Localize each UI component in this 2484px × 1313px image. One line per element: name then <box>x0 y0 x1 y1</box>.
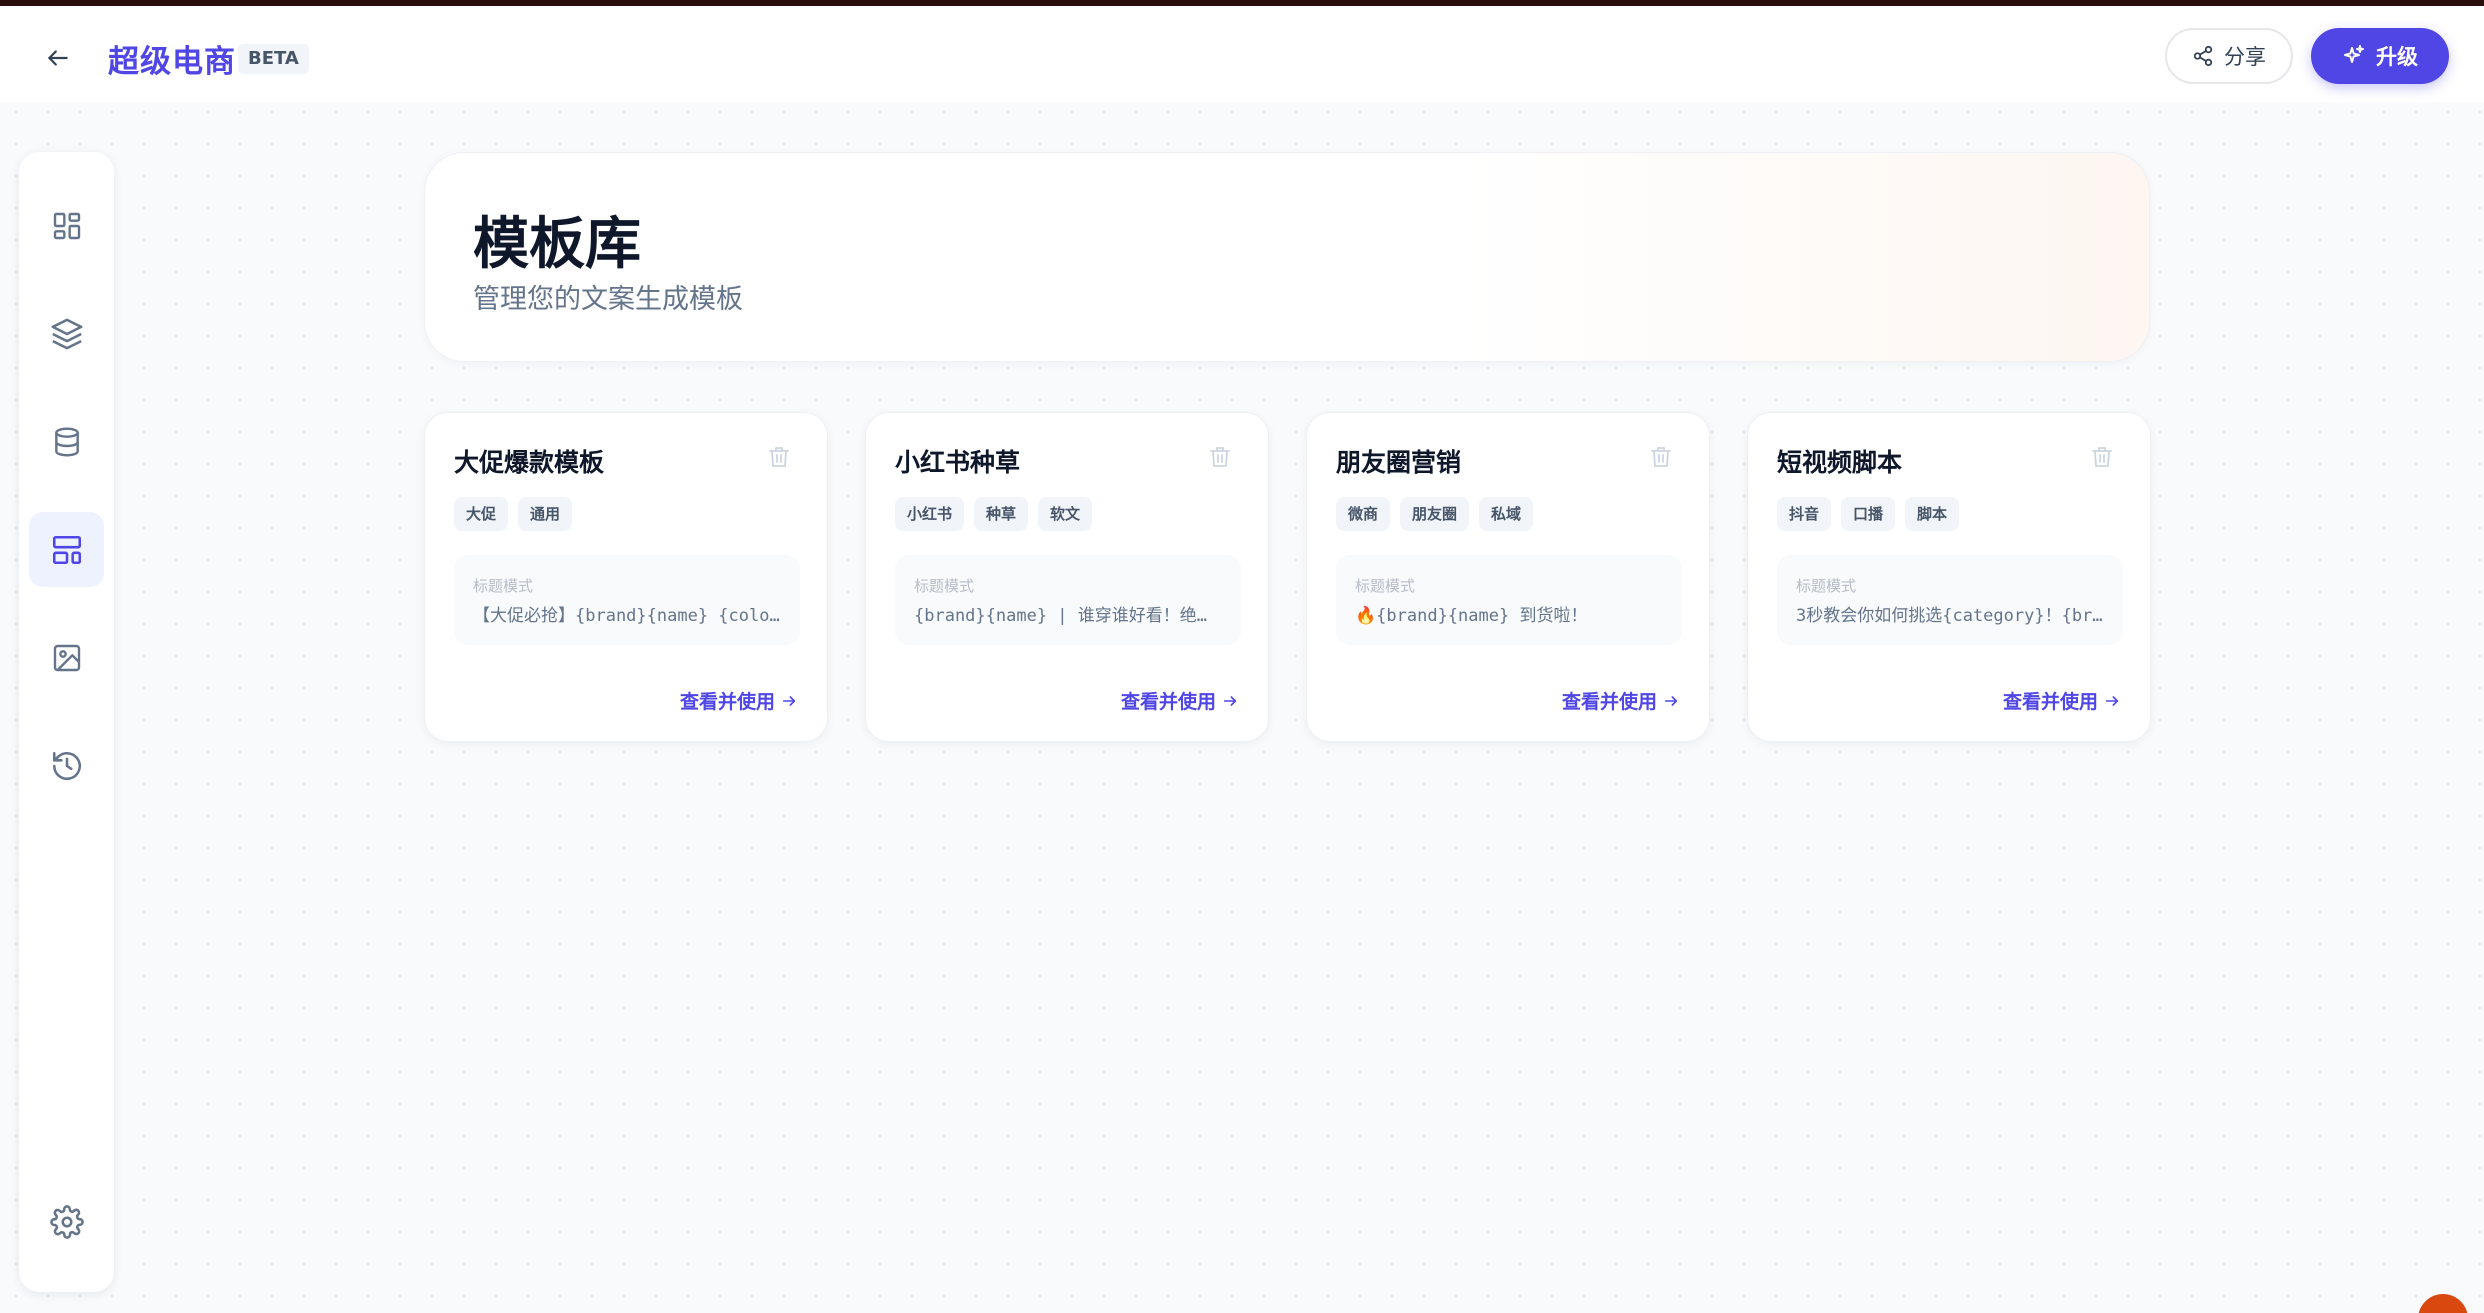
title-pattern-box: 标题模式 3秒教会你如何挑选{category}！{brand} <box>1777 555 2123 645</box>
app-header: 超级电商 BETA 分享 升级 <box>0 6 2484 102</box>
pattern-label: 标题模式 <box>1355 577 1416 595</box>
share-label: 分享 <box>2224 45 2266 69</box>
template-card[interactable]: 小红书种草 小红书 种草 软文 标题模式 {brand}{name} | 谁穿谁… <box>865 412 1269 742</box>
sidebar <box>19 152 114 1292</box>
tag: 大促 <box>454 497 509 531</box>
dashboard-icon <box>53 212 80 239</box>
settings-icon <box>49 1204 84 1239</box>
sidebar-item-templates[interactable] <box>29 512 104 587</box>
beta-badge: BETA <box>238 44 309 74</box>
sidebar-item-images[interactable] <box>29 620 104 695</box>
upgrade-button[interactable]: 升级 <box>2311 28 2449 84</box>
pattern-label: 标题模式 <box>473 577 534 595</box>
trash-icon[interactable] <box>2090 445 2114 469</box>
pattern-text: {brand}{name} | 谁穿谁好看！绝绝子 <box>914 606 1224 626</box>
trash-icon[interactable] <box>767 445 791 469</box>
card-title: 大促爆款模板 <box>454 448 605 477</box>
sidebar-item-history[interactable] <box>29 728 104 803</box>
pattern-text: 3秒教会你如何挑选{category}！{brand} <box>1796 606 2106 626</box>
back-button[interactable] <box>38 38 78 78</box>
sidebar-item-database[interactable] <box>29 404 104 479</box>
card-title: 短视频脚本 <box>1777 448 1903 477</box>
link-label: 查看并使用 <box>1120 691 1216 713</box>
sparkles-icon <box>2344 45 2364 63</box>
view-and-use-link[interactable]: 查看并使用 <box>680 687 797 714</box>
arrow-right-icon <box>1664 695 1678 706</box>
upgrade-label: 升级 <box>2376 45 2418 69</box>
tag: 通用 <box>518 497 573 531</box>
sidebar-item-settings[interactable] <box>29 1184 104 1259</box>
image-icon <box>53 644 80 671</box>
arrow-right-icon <box>1223 695 1237 706</box>
pattern-label: 标题模式 <box>914 577 975 595</box>
brand-title[interactable]: 超级电商 <box>108 36 236 81</box>
tag-list: 小红书 种草 软文 <box>895 497 1093 531</box>
pattern-text: 🔥{brand}{name} 到货啦！ <box>1355 606 1588 626</box>
tag: 微商 <box>1336 497 1391 531</box>
view-and-use-link[interactable]: 查看并使用 <box>1121 687 1238 714</box>
template-icon <box>52 535 81 564</box>
trash-icon[interactable] <box>1649 445 1673 469</box>
card-title: 朋友圈营销 <box>1336 448 1462 477</box>
tag: 小红书 <box>895 497 965 531</box>
tag-list: 微商 朋友圈 私域 <box>1336 497 1534 531</box>
share-icon <box>2193 45 2213 67</box>
page-subtitle: 管理您的文案生成模板 <box>473 284 743 315</box>
page-title: 模板库 <box>473 212 641 277</box>
tag: 朋友圈 <box>1400 497 1470 531</box>
share-button[interactable]: 分享 <box>2165 28 2293 84</box>
layers-icon <box>51 318 82 349</box>
arrow-right-icon <box>782 695 796 706</box>
tag-list: 大促 通用 <box>454 497 573 531</box>
link-label: 查看并使用 <box>679 691 775 713</box>
view-and-use-link[interactable]: 查看并使用 <box>1562 687 1679 714</box>
tag: 种草 <box>974 497 1029 531</box>
title-pattern-box: 标题模式 【大促必抢】{brand}{name} {color} <box>454 555 800 645</box>
page-header-card: 模板库 管理您的文案生成模板 <box>424 152 2150 362</box>
tag: 脚本 <box>1905 497 1960 531</box>
sidebar-item-layers[interactable] <box>29 296 104 371</box>
pattern-label: 标题模式 <box>1796 577 1857 595</box>
database-icon <box>54 426 79 457</box>
history-icon <box>52 751 81 780</box>
tag: 私域 <box>1479 497 1534 531</box>
tag-list: 抖音 口播 脚本 <box>1777 497 1960 531</box>
trash-icon[interactable] <box>1208 445 1232 469</box>
template-card[interactable]: 朋友圈营销 微商 朋友圈 私域 标题模式 🔥{brand}{name} 到货啦！… <box>1306 412 1710 742</box>
link-label: 查看并使用 <box>2002 691 2098 713</box>
pattern-text: 【大促必抢】{brand}{name} {color} <box>473 606 783 626</box>
title-pattern-box: 标题模式 🔥{brand}{name} 到货啦！ <box>1336 555 1682 645</box>
template-card[interactable]: 大促爆款模板 大促 通用 标题模式 【大促必抢】{brand}{name} {c… <box>424 412 828 742</box>
tag: 抖音 <box>1777 497 1832 531</box>
card-title: 小红书种草 <box>895 448 1021 477</box>
arrow-right-icon <box>2105 695 2119 706</box>
floating-widget-button[interactable] <box>2418 1294 2468 1313</box>
tag: 软文 <box>1038 497 1093 531</box>
sidebar-item-dashboard[interactable] <box>29 188 104 263</box>
link-label: 查看并使用 <box>1561 691 1657 713</box>
template-card[interactable]: 短视频脚本 抖音 口播 脚本 标题模式 3秒教会你如何挑选{category}！… <box>1747 412 2151 742</box>
tag: 口播 <box>1841 497 1896 531</box>
view-and-use-link[interactable]: 查看并使用 <box>2003 687 2120 714</box>
arrow-left-icon <box>48 50 68 66</box>
title-pattern-box: 标题模式 {brand}{name} | 谁穿谁好看！绝绝子 <box>895 555 1241 645</box>
